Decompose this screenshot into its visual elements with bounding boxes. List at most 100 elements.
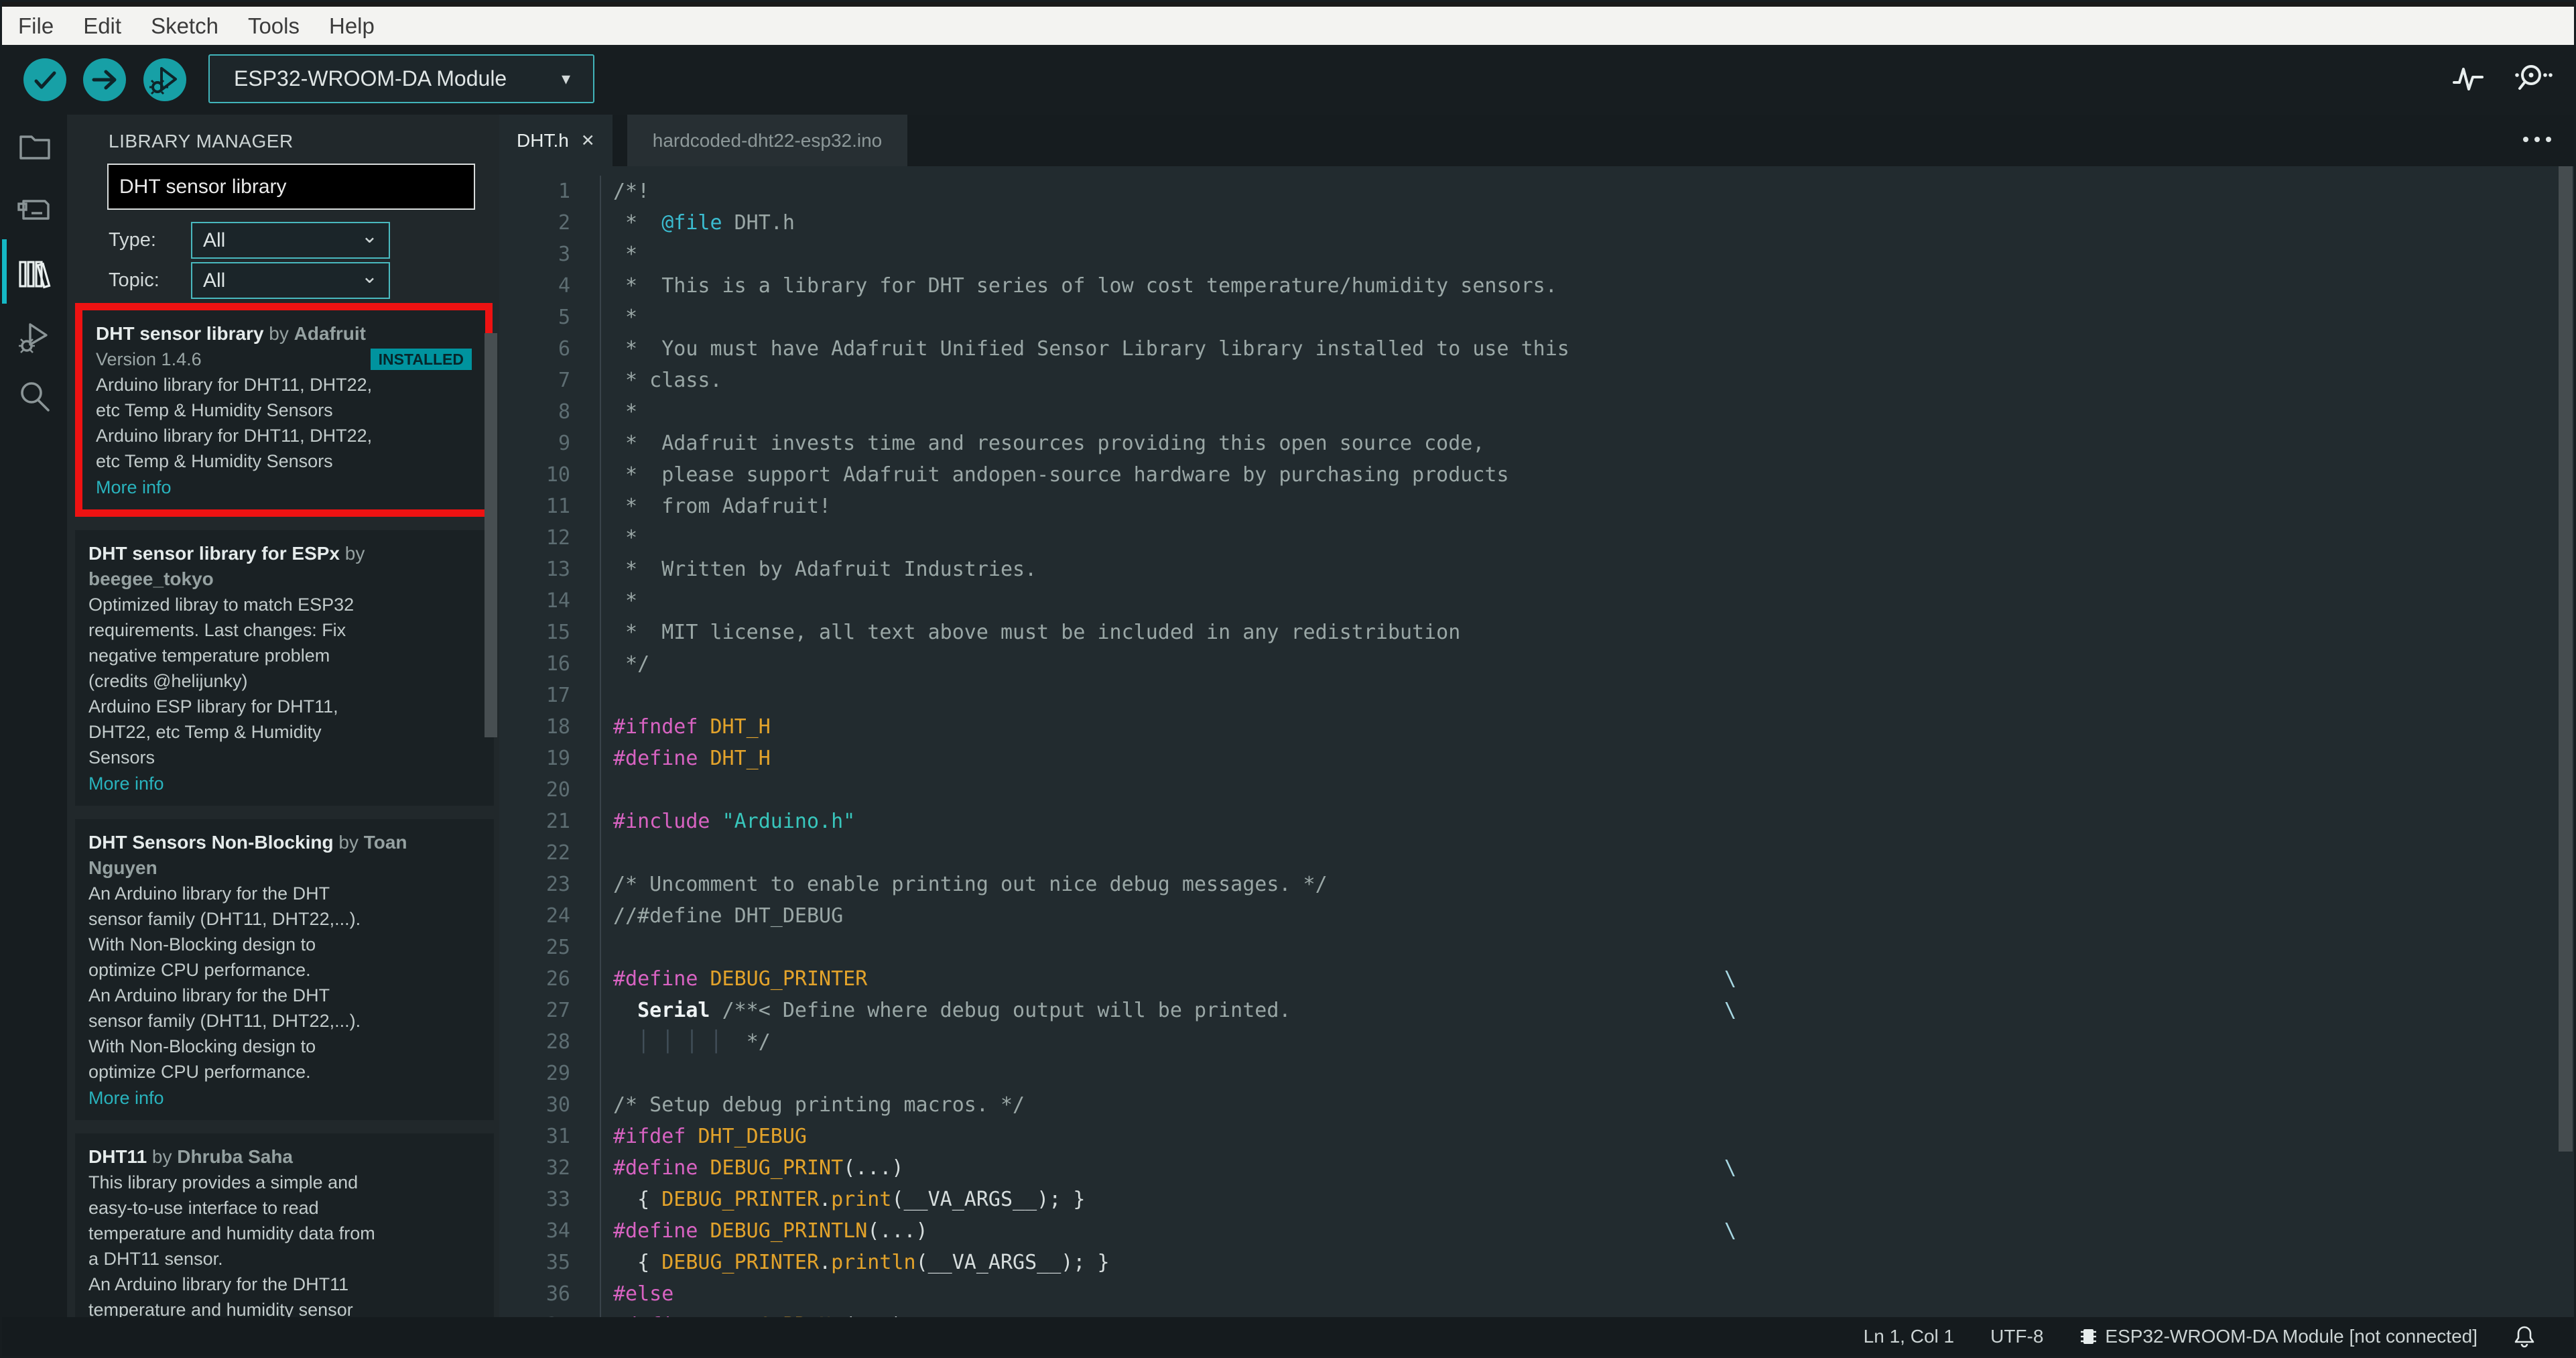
line-number: 32 (499, 1152, 601, 1184)
tab-label: DHT.h (517, 129, 569, 151)
menu-item-tools[interactable]: Tools (248, 13, 300, 39)
code-line: 18 #ifndef DHT_H (499, 711, 2574, 743)
type-select-value: All (203, 229, 226, 251)
line-number: 12 (499, 522, 601, 554)
close-icon[interactable]: ✕ (581, 131, 595, 151)
library-item[interactable]: DHT sensor library for ESPx by beegee_to… (75, 530, 494, 806)
line-number: 23 (499, 869, 601, 900)
line-number: 14 (499, 585, 601, 617)
library-list-scrollbar[interactable] (485, 333, 497, 737)
check-icon (25, 60, 65, 100)
right-arrow-icon (84, 60, 125, 100)
line-number: 29 (499, 1058, 601, 1089)
library-name: DHT sensor library (96, 323, 264, 344)
sidebar-item-boards-manager[interactable] (17, 192, 53, 228)
panel-title: LIBRARY MANAGER (109, 131, 294, 151)
code-line-text (601, 774, 613, 806)
code-line: 9 * Adafruit invests time and resources … (499, 428, 2574, 459)
code-editor[interactable]: 1/*! 2 * @file DHT.h 3 * 4 * This is a libr… (499, 166, 2574, 1317)
board-selector-value: ESP32-WROOM-DA Module (234, 66, 507, 90)
topic-select[interactable]: All ⌄ (191, 262, 390, 299)
sidebar-item-library-manager[interactable] (17, 255, 53, 292)
tab-hardcoded-dht22-esp32.ino[interactable]: hardcoded-dht22-esp32.ino (627, 115, 908, 166)
waveform-icon (2451, 61, 2486, 96)
sidebar-item-search[interactable] (17, 379, 53, 416)
chevron-down-icon: ⌄ (361, 265, 378, 288)
line-continuation: \ (1724, 967, 1737, 991)
books-icon (17, 255, 53, 292)
more-actions-icon[interactable] (2523, 137, 2551, 142)
tab-DHT.h[interactable]: DHT.h ✕ (499, 115, 613, 166)
code-line: 28 │ │ │ │ */ (499, 1026, 2574, 1058)
cursor-position[interactable]: Ln 1, Col 1 (1864, 1326, 1954, 1347)
board-status[interactable]: ESP32-WROOM-DA Module [not connected] (2079, 1326, 2477, 1347)
installed-badge: INSTALLED (370, 349, 472, 370)
code-line: 25 (499, 932, 2574, 963)
code-line: 35 { DEBUG_PRINTER.println(__VA_ARGS__);… (499, 1247, 2574, 1278)
line-continuation: \ (1724, 1219, 1737, 1243)
library-item[interactable]: DHT sensor library by Adafruit Version 1.… (82, 310, 485, 509)
type-select[interactable]: All ⌄ (191, 222, 390, 259)
board-selector-dropdown[interactable]: ESP32-WROOM-DA Module ▾ (208, 54, 594, 103)
line-number: 37 (499, 1310, 601, 1317)
code-line-text: { DEBUG_PRINTER.println(__VA_ARGS__); } (613, 1251, 1110, 1274)
library-item[interactable]: DHT11 by Dhruba Saha This library provide… (75, 1133, 494, 1317)
code-line: 8 * (499, 396, 2574, 428)
chip-icon (2079, 1326, 2097, 1347)
library-search-input[interactable] (107, 164, 475, 210)
code-line: 5 * (499, 302, 2574, 333)
library-description-line: Sensors (88, 747, 155, 767)
code-line: 30 /* Setup debug printing macros. */ (499, 1089, 2574, 1121)
line-number: 2 (499, 207, 601, 239)
code-line-text (601, 932, 613, 963)
code-line-text: #define DHT_H (613, 747, 771, 770)
code-line: 6 * You must have Adafruit Unified Senso… (499, 333, 2574, 365)
more-info-link[interactable]: More info (96, 475, 472, 500)
code-line: 15 * MIT license, all text above must be… (499, 617, 2574, 648)
verify-button[interactable] (23, 58, 66, 101)
library-description-line: negative temperature problem (88, 645, 330, 666)
by-word: by (147, 1146, 178, 1167)
code-line: 13 * Written by Adafruit Industries. (499, 554, 2574, 585)
sidebar-item-sketchbook[interactable] (17, 129, 53, 166)
code-line-text: /*! (613, 180, 650, 203)
code-line-text: { DEBUG_PRINTER.print(__VA_ARGS__); } (613, 1188, 1086, 1211)
code-line-text: */ (613, 652, 650, 676)
topic-filter-row: Topic: All ⌄ (109, 262, 390, 299)
sidebar-item-debug[interactable] (17, 319, 53, 355)
upload-button[interactable] (83, 58, 126, 101)
code-line: 20 (499, 774, 2574, 806)
line-number: 25 (499, 932, 601, 963)
code-line-text: * You must have Adafruit Unified Sensor … (613, 337, 1569, 361)
editor-scrollbar[interactable] (2559, 166, 2573, 1152)
code-line-text: /* Setup debug printing macros. */ (613, 1093, 1025, 1117)
library-description-line: An Arduino library for the DHT (88, 985, 330, 1005)
library-description-line: a DHT11 sensor. (88, 1249, 223, 1269)
menu-item-file[interactable]: File (18, 13, 54, 39)
library-description-line: Optimized libray to match ESP32 (88, 595, 355, 615)
line-number: 7 (499, 365, 601, 396)
code-line: 17 (499, 680, 2574, 711)
line-number: 19 (499, 743, 601, 774)
code-line-text: //#define DHT_DEBUG (613, 904, 844, 928)
menu-item-edit[interactable]: Edit (83, 13, 121, 39)
menu-item-help[interactable]: Help (329, 13, 375, 39)
notifications-bell-button[interactable] (2514, 1324, 2535, 1349)
line-number: 36 (499, 1278, 601, 1310)
code-line-text: #define DEBUG_PRINT(...) (601, 1310, 904, 1317)
code-line: 34 #define DEBUG_PRINTLN(...) \ (499, 1215, 2574, 1247)
library-item[interactable]: DHT Sensors Non-Blocking by Toan Nguyen A… (75, 819, 494, 1120)
more-info-link[interactable]: More info (88, 771, 480, 796)
serial-monitor-button[interactable] (2512, 61, 2554, 96)
line-number: 24 (499, 900, 601, 932)
menu-item-sketch[interactable]: Sketch (151, 13, 218, 39)
encoding[interactable]: UTF-8 (1990, 1326, 2043, 1347)
tabs-holder: DHT.h ✕ hardcoded-dht22-esp32.ino (499, 115, 908, 166)
board-chip-icon (17, 192, 53, 228)
line-number: 6 (499, 333, 601, 365)
topic-label: Topic: (109, 269, 159, 291)
code-line: 10 * please support Adafruit andopen-sou… (499, 459, 2574, 491)
serial-plotter-button[interactable] (2451, 61, 2486, 96)
more-info-link[interactable]: More info (88, 1085, 480, 1111)
start-debugging-button[interactable] (143, 58, 186, 101)
